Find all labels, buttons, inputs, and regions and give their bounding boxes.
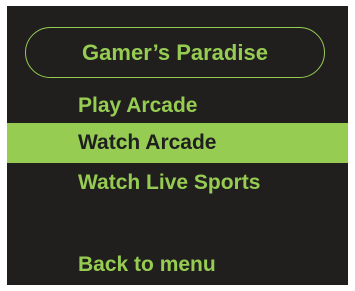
menu-item-watch-arcade[interactable]: Watch Arcade bbox=[7, 123, 348, 163]
menu-item-back-to-menu[interactable]: Back to menu bbox=[7, 245, 348, 285]
menu-panel: Gamer’s Paradise Play Arcade Watch Arcad… bbox=[7, 6, 348, 285]
title-pill: Gamer’s Paradise bbox=[25, 27, 325, 78]
menu-title: Gamer’s Paradise bbox=[82, 39, 268, 65]
menu-item-play-arcade[interactable]: Play Arcade bbox=[7, 86, 348, 126]
menu-item-watch-live-sports[interactable]: Watch Live Sports bbox=[7, 163, 348, 203]
